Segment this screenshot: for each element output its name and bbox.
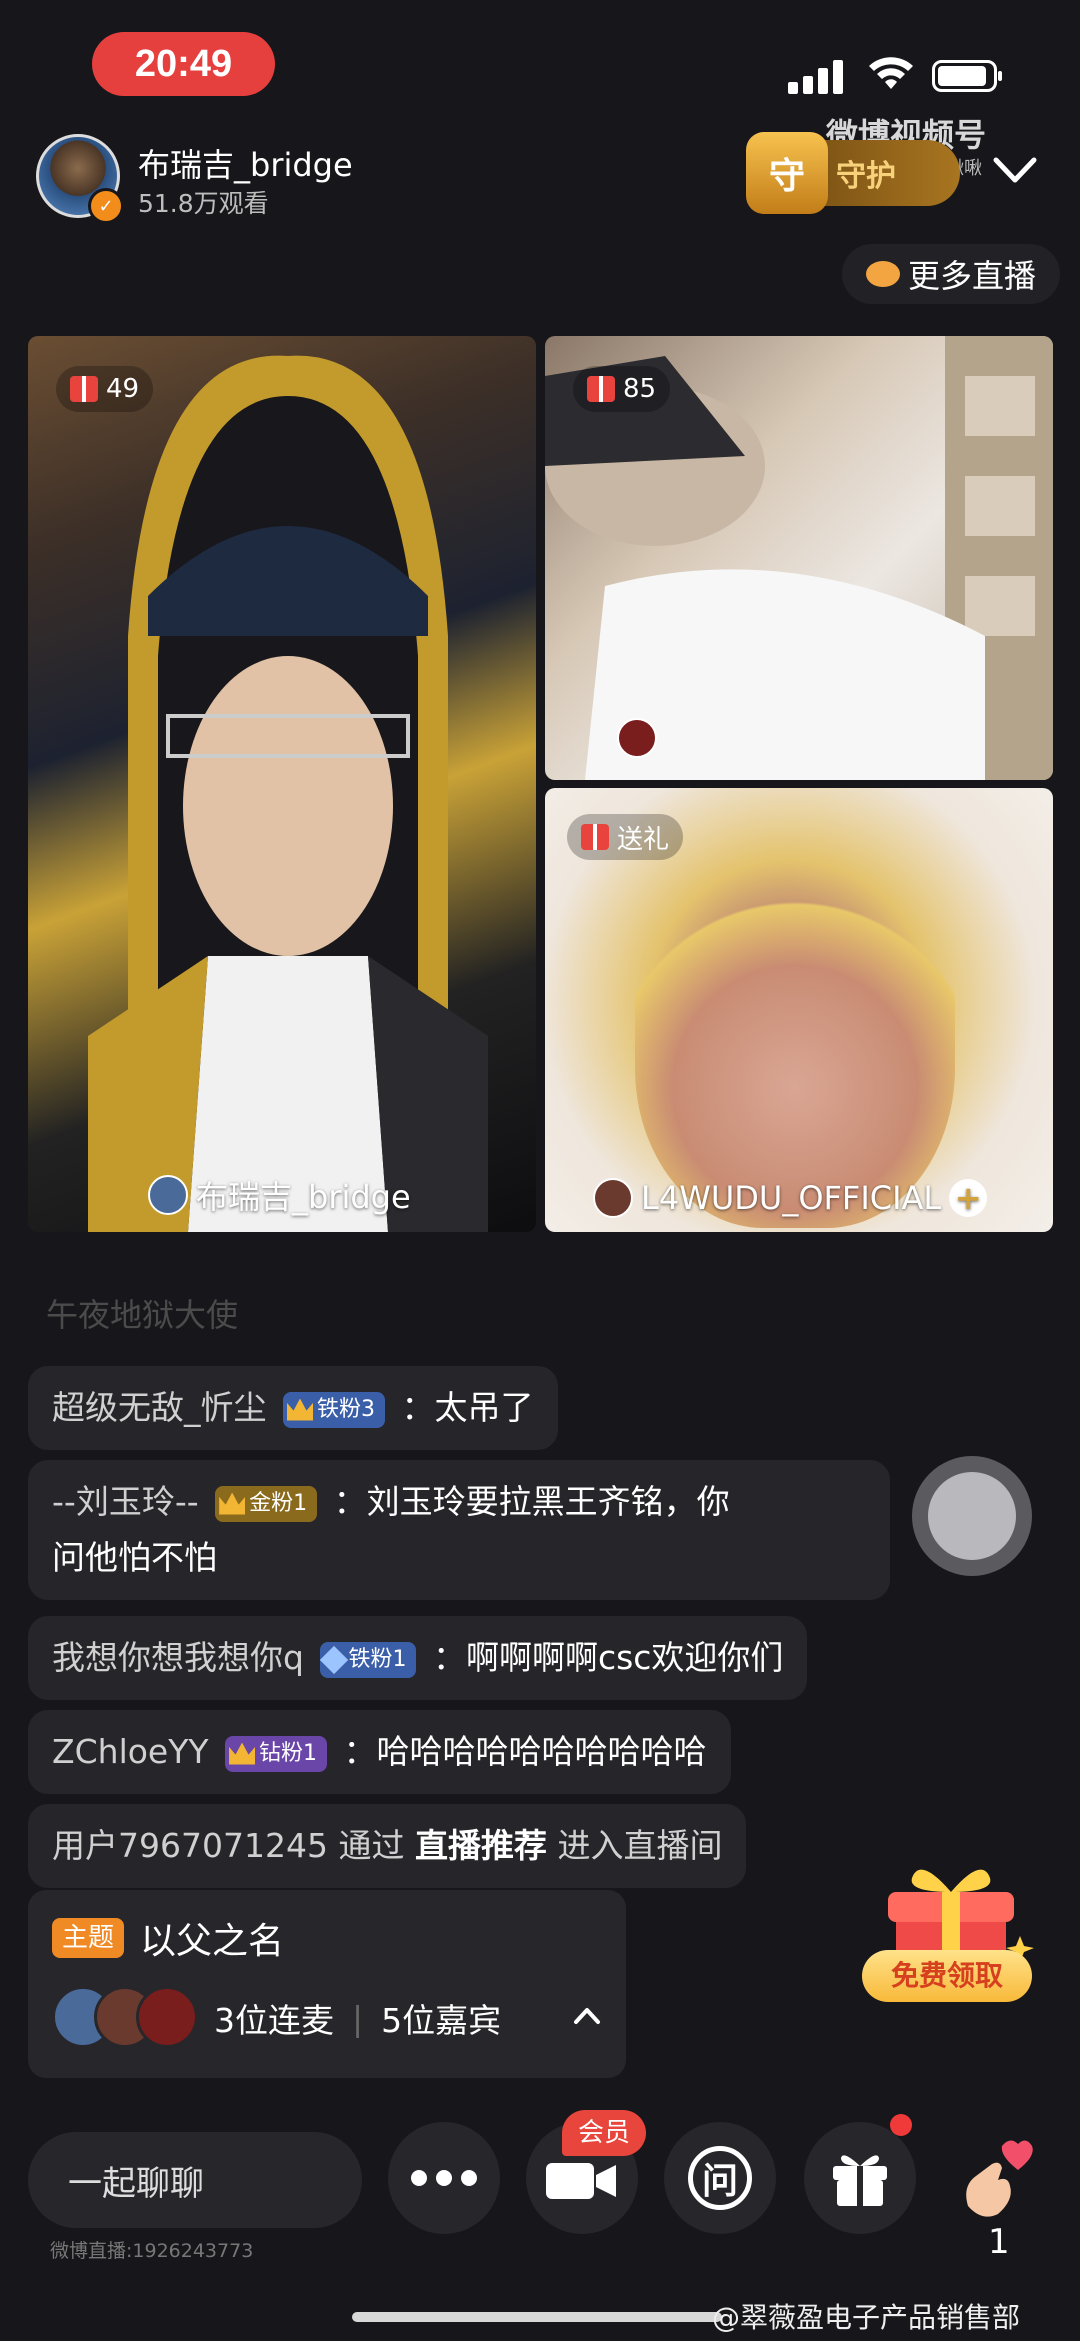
diamond-icon — [320, 1645, 349, 1674]
free-gift-label[interactable]: 免费领取 — [862, 1950, 1032, 2002]
system-highlight[interactable]: 直播推荐 — [415, 1826, 547, 1865]
room-id: 微博直播:1926243773 — [50, 2240, 254, 2262]
tile-name-label: 布瑞吉_bridge — [196, 1178, 411, 1216]
viewer-count: 51.8万观看 — [138, 189, 269, 218]
colon: ： — [333, 1482, 367, 1521]
ask-icon: 问 — [688, 2146, 752, 2210]
guard-shield-icon: 守 — [746, 132, 828, 214]
crown-icon — [287, 1398, 313, 1421]
chat-username[interactable]: 超级无敌_忻尘 — [52, 1388, 267, 1427]
like-count: 1 — [988, 2222, 1010, 2262]
chat-message[interactable]: 我想你想我想你q 铁粉1 ：啊啊啊啊csc欢迎你们 — [28, 1616, 808, 1700]
theme-stats: 3位连麦 | 5位嘉宾 — [214, 1994, 501, 2042]
chevron-down-icon[interactable] — [990, 150, 1040, 190]
tile-name-guest1 — [617, 718, 657, 758]
chat-faded-line: 午夜地狱大使 — [46, 1296, 239, 1334]
gift-icon — [581, 824, 609, 850]
gift-button[interactable] — [804, 2122, 916, 2234]
fan-level: 铁粉3 — [317, 1396, 375, 1422]
colon: ： — [432, 1638, 466, 1677]
gift-icon — [587, 376, 615, 402]
fan-level: 钻粉1 — [259, 1740, 318, 1766]
host-video-frame — [88, 355, 488, 1232]
avatar — [617, 718, 657, 758]
crown-icon — [229, 1742, 256, 1765]
gift-count: 85 — [623, 374, 657, 404]
fan-badge: 铁粉1 — [320, 1641, 417, 1678]
finger-heart-icon — [966, 2140, 1033, 2217]
battery-icon — [932, 60, 1002, 92]
fan-badge: 铁粉3 — [283, 1391, 385, 1428]
chat-text: 哈哈哈哈哈哈哈哈哈哈 — [376, 1732, 707, 1771]
chat-username[interactable]: --刘玉玲-- — [52, 1482, 199, 1521]
colon: ： — [401, 1388, 435, 1427]
verified-icon: ✓ — [88, 188, 124, 224]
avatar — [148, 1175, 188, 1215]
chevron-up-icon[interactable] — [572, 2004, 602, 2028]
weibo-watermark: @翠薇盈电子产品销售部 — [712, 2301, 1021, 2334]
colon: ： — [343, 1732, 377, 1771]
camera-icon — [546, 2163, 616, 2199]
crown-icon — [219, 1492, 246, 1515]
guard-label: 守护 — [836, 159, 896, 194]
chat-text: 刘玉玲要拉黑王齐铭，你 — [366, 1482, 730, 1521]
guest-count: 5位嘉宾 — [381, 2001, 502, 2040]
system-suffix: 进入直播间 — [557, 1826, 723, 1865]
more-live-label: 更多直播 — [908, 257, 1037, 295]
ask-button[interactable]: 问 — [664, 2122, 776, 2234]
wifi-icon — [869, 57, 913, 89]
guest-video-frame — [635, 828, 955, 1228]
chat-text-cont: 问他怕不怕 — [52, 1538, 217, 1577]
gift-icon — [833, 2155, 887, 2206]
chat-username[interactable]: 我想你想我想你q — [52, 1638, 304, 1677]
home-indicator[interactable] — [352, 2312, 722, 2322]
fan-badge: 金粉1 — [215, 1485, 318, 1522]
planet-icon — [866, 261, 900, 287]
divider: | — [352, 1998, 364, 2038]
record-button[interactable] — [912, 1456, 1032, 1576]
theme-title: 以父之名 — [140, 1921, 285, 1962]
gift-counter[interactable]: 49 — [56, 366, 154, 412]
signal-icon — [788, 58, 846, 94]
send-gift-label: 送礼 — [617, 824, 670, 855]
connected-count: 3位连麦 — [214, 2001, 334, 2040]
theme-tag: 主题 — [52, 1918, 125, 1958]
tile-name-label: L4WUDU_OFFICIAL — [641, 1179, 942, 1217]
chat-message[interactable]: ZChloeYY 钻粉1 ：哈哈哈哈哈哈哈哈哈哈 — [28, 1710, 731, 1794]
add-icon[interactable]: + — [949, 1179, 988, 1217]
host-name[interactable]: 布瑞吉_bridge — [138, 140, 353, 186]
gift-count: 49 — [106, 374, 140, 404]
status-time: 20:49 — [92, 32, 275, 96]
fan-badge: 钻粉1 — [225, 1735, 328, 1772]
system-message: 用户7967071245 通过 直播推荐 进入直播间 — [28, 1804, 747, 1888]
chat-text: 啊啊啊啊csc欢迎你们 — [465, 1638, 784, 1677]
chat-username[interactable]: ZChloeYY — [52, 1732, 209, 1771]
fan-level: 铁粉1 — [348, 1646, 407, 1672]
avatar — [593, 1178, 633, 1218]
notification-dot — [890, 2114, 912, 2136]
guard-button[interactable]: 守 守护 — [746, 132, 960, 214]
gift-counter[interactable]: 85 — [573, 366, 671, 412]
like-button[interactable] — [940, 2122, 1052, 2234]
tile-name-guest2: L4WUDU_OFFICIAL + — [593, 1178, 988, 1218]
guest-video-tile[interactable]: 85 — [545, 336, 1053, 780]
vip-badge: 会员 — [562, 2110, 647, 2156]
more-live-button[interactable]: 更多直播 — [842, 244, 1061, 304]
avatar — [136, 1986, 198, 2048]
gift-icon — [70, 376, 98, 402]
fan-level: 金粉1 — [249, 1490, 308, 1516]
chat-text: 太吊了 — [434, 1388, 534, 1427]
guest-video-tile[interactable]: 送礼 L4WUDU_OFFICIAL + — [545, 788, 1053, 1232]
more-icon — [411, 2170, 477, 2186]
host-video-tile[interactable]: 49 布瑞吉_bridge — [28, 336, 536, 1232]
chat-input[interactable]: 一起聊聊 — [28, 2132, 362, 2228]
more-button[interactable] — [388, 2122, 500, 2234]
tile-name-host: 布瑞吉_bridge — [148, 1172, 411, 1218]
chat-message[interactable]: 超级无敌_忻尘 铁粉3 ：太吊了 — [28, 1366, 558, 1450]
system-prefix: 用户7967071245 通过 — [52, 1826, 405, 1865]
send-gift-button[interactable]: 送礼 — [567, 814, 684, 860]
theme-card[interactable]: 主题 以父之名 3位连麦 | 5位嘉宾 — [28, 1890, 626, 2078]
chat-message[interactable]: --刘玉玲-- 金粉1 ：刘玉玲要拉黑王齐铭，你 问他怕不怕 — [28, 1460, 890, 1600]
